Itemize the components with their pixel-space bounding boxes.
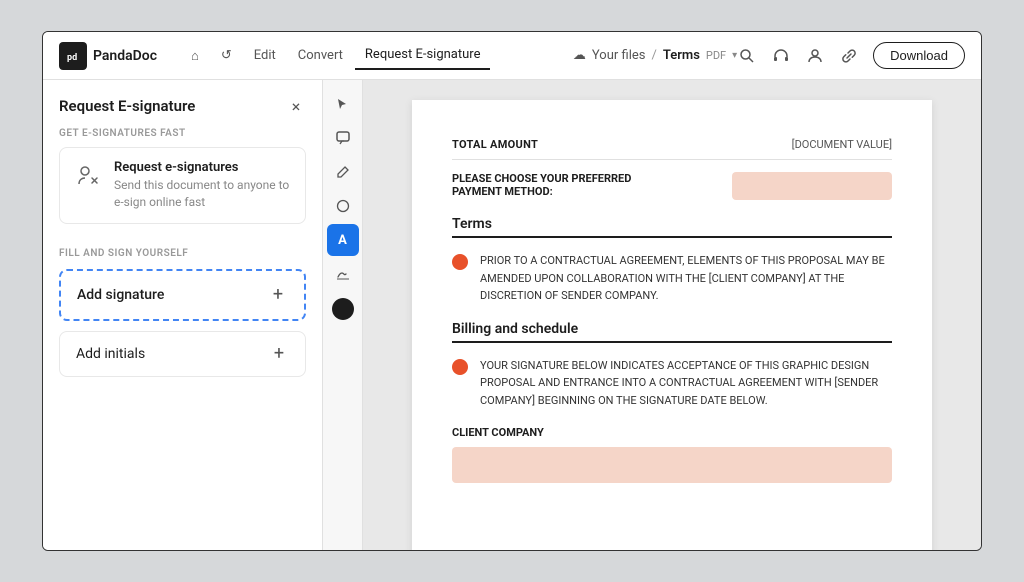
doc-page: TOTAL AMOUNT [DOCUMENT VALUE] PLEASE CHO… [412,100,932,550]
headphones-button[interactable] [771,46,791,66]
request-card-title: Request e-signatures [114,160,293,175]
get-esignatures-section-label: GET E-SIGNATURES FAST [43,128,322,147]
terms-section-title: Terms [452,216,892,238]
total-amount-value: [DOCUMENT VALUE] [792,138,892,151]
panel-title: Request E-signature [59,97,195,115]
logo-icon: pd [59,42,87,70]
payment-text-block: PLEASE CHOOSE YOUR PREFERRED PAYMENT MET… [452,172,652,198]
history-icon: ↺ [221,48,232,63]
download-button[interactable]: Download [873,42,965,69]
request-card-subtitle: Send this document to anyone to e-sign o… [114,177,293,211]
svg-text:pd: pd [67,53,77,63]
link-button[interactable] [839,46,859,66]
total-amount-label: TOTAL AMOUNT [452,138,538,151]
payment-block: PLEASE CHOOSE YOUR PREFERRED PAYMENT MET… [452,172,892,200]
logo-text: PandaDoc [93,48,157,64]
search-button[interactable] [737,46,757,66]
request-card-text: Request e-signatures Send this document … [114,160,293,211]
terms-orange-dot [452,254,468,270]
terms-bullet-item: PRIOR TO A CONTRACTUAL AGREEMENT, ELEMEN… [452,252,892,305]
payment-label: PLEASE CHOOSE YOUR PREFERRED PAYMENT MET… [452,172,652,198]
breadcrumb: ☁ Your files / Terms PDF ▾ [573,48,737,63]
client-company-label: CLIENT COMPANY [452,426,892,439]
nav-convert[interactable]: Convert [288,42,353,69]
close-button[interactable]: × [286,96,306,116]
panel-header: Request E-signature × [43,80,322,128]
top-bar: pd PandaDoc ⌂ ↺ Edit Convert Request E-s… [43,32,981,80]
request-card-icon [72,160,104,192]
billing-section-title: Billing and schedule [452,321,892,343]
main-content: Request E-signature × GET E-SIGNATURES F… [43,80,981,550]
logo-area: pd PandaDoc [59,42,157,70]
nav-home[interactable]: ⌂ [181,42,209,70]
left-panel: Request E-signature × GET E-SIGNATURES F… [43,80,323,550]
billing-bullet-item: YOUR SIGNATURE BELOW INDICATES ACCEPTANC… [452,357,892,410]
add-initials-label: Add initials [76,346,145,362]
add-initials-button[interactable]: Add initials + [59,331,306,377]
document-area: TOTAL AMOUNT [DOCUMENT VALUE] PLEASE CHO… [363,80,981,550]
home-icon: ⌂ [191,49,199,64]
signature-field-tool[interactable] [327,258,359,290]
payment-input-placeholder[interactable] [732,172,892,200]
add-signature-plus-icon: + [268,285,288,305]
app-window: pd PandaDoc ⌂ ↺ Edit Convert Request E-s… [42,31,982,551]
account-button[interactable] [805,46,825,66]
file-type-badge: PDF [706,49,726,62]
total-amount-row: TOTAL AMOUNT [DOCUMENT VALUE] [452,130,892,160]
billing-text: YOUR SIGNATURE BELOW INDICATES ACCEPTANC… [480,357,892,410]
nav-edit[interactable]: Edit [244,42,286,69]
comment-tool[interactable] [327,122,359,154]
cloud-icon: ☁ [573,48,586,63]
billing-orange-dot [452,359,468,375]
terms-text: PRIOR TO A CONTRACTUAL AGREEMENT, ELEMEN… [480,252,892,305]
add-signature-label: Add signature [77,287,164,303]
client-company-input[interactable] [452,447,892,483]
cursor-tool[interactable] [327,88,359,120]
request-esignatures-card[interactable]: Request e-signatures Send this document … [59,147,306,224]
color-black-tool[interactable] [332,298,354,320]
top-right-icons: Download [737,42,965,69]
fill-section-label: FILL AND SIGN YOURSELF [43,240,322,269]
breadcrumb-separator: / [651,48,656,63]
nav-items: ⌂ ↺ Edit Convert Request E-signature [181,41,573,70]
toolbar-column: A [323,80,363,550]
nav-history[interactable]: ↺ [211,42,242,69]
breadcrumb-files[interactable]: Your files [592,48,646,63]
nav-request-esignature[interactable]: Request E-signature [355,41,491,70]
eraser-tool[interactable] [327,190,359,222]
add-initials-plus-icon: + [269,344,289,364]
breadcrumb-current-file: Terms [663,48,700,63]
add-signature-button[interactable]: Add signature + [59,269,306,321]
text-field-tool[interactable]: A [327,224,359,256]
pen-tool[interactable] [327,156,359,188]
